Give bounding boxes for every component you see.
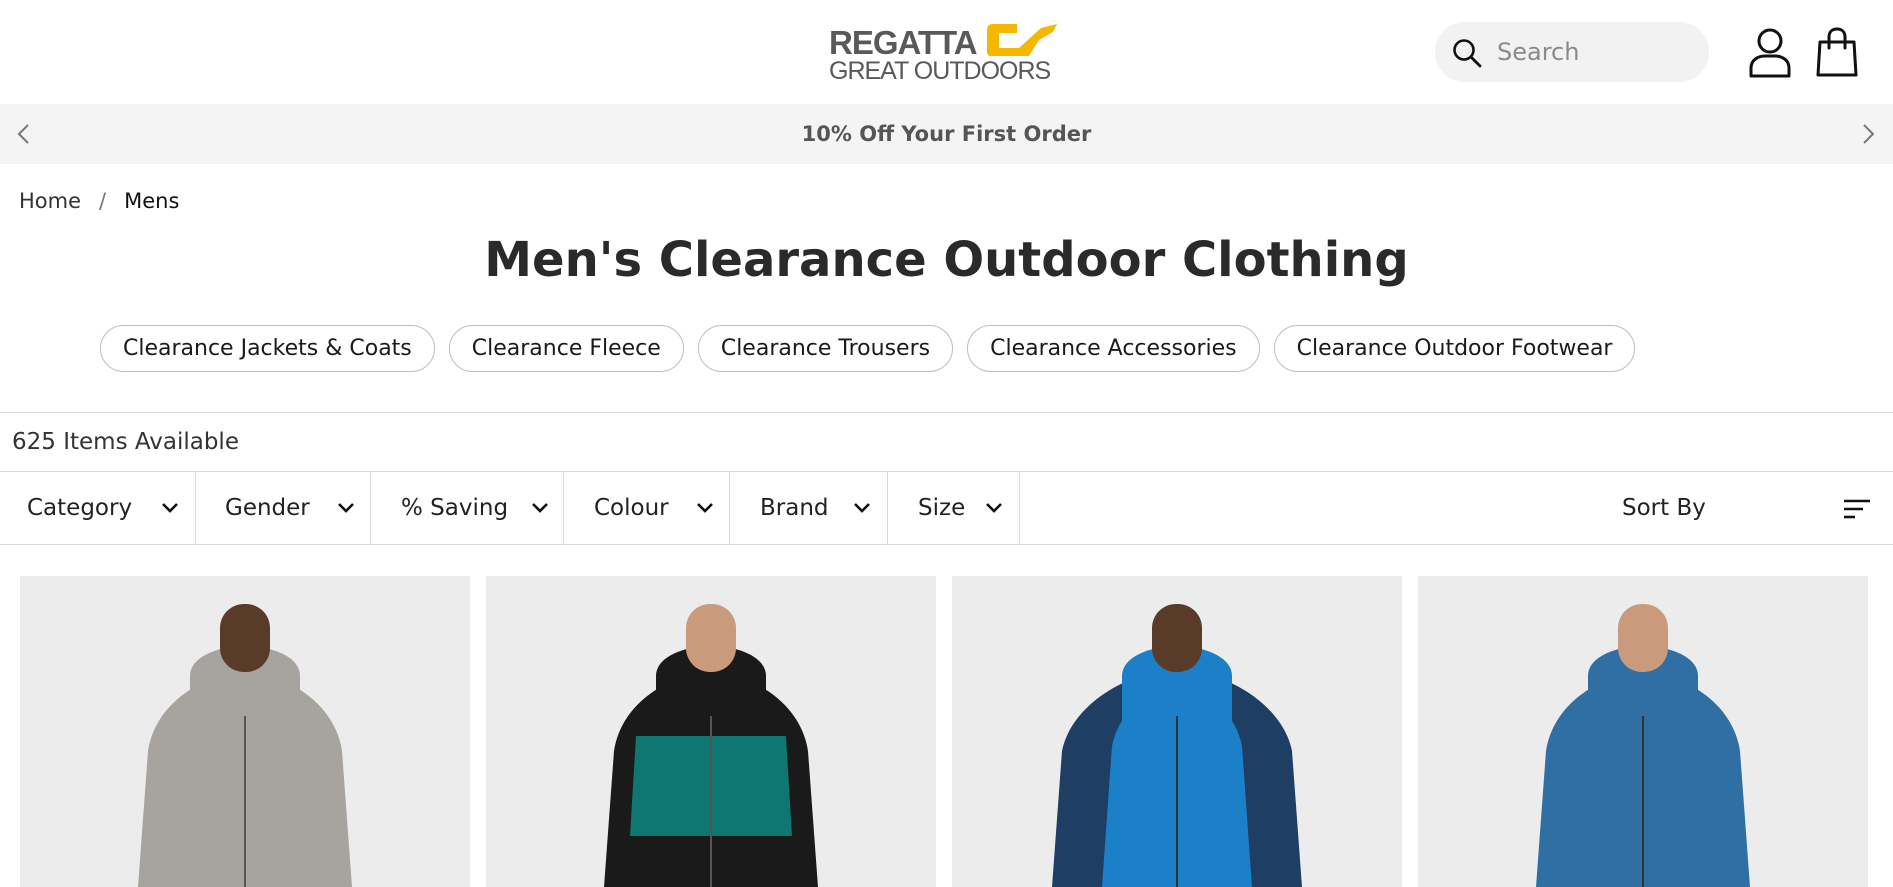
chevron-down-icon xyxy=(532,503,548,513)
product-image[interactable] xyxy=(952,576,1402,887)
breadcrumb-current: Mens xyxy=(124,189,180,213)
results-summary: 625 Items Available xyxy=(0,412,1893,472)
head-shape xyxy=(220,604,270,672)
filter-size[interactable]: Size xyxy=(888,472,1020,544)
filter-bar: Category Gender % Saving Colour Brand Si… xyxy=(0,471,1893,545)
filter-label: Category xyxy=(27,495,133,521)
category-pills: Clearance Jackets & Coats Clearance Flee… xyxy=(100,325,1636,372)
filter-label: Gender xyxy=(225,495,310,521)
user-icon[interactable] xyxy=(1748,26,1792,78)
shopping-bag-icon[interactable] xyxy=(1815,26,1859,78)
product-image[interactable] xyxy=(486,576,936,887)
search-box[interactable] xyxy=(1435,22,1709,82)
chevron-down-icon xyxy=(986,503,1002,513)
search-input[interactable] xyxy=(1497,22,1697,82)
product-card[interactable] xyxy=(1418,576,1868,887)
site-header: REGATTA GREAT OUTDOORS xyxy=(0,0,1893,104)
promo-text[interactable]: 10% Off Your First Order xyxy=(0,104,1893,164)
head-shape xyxy=(1152,604,1202,672)
head-shape xyxy=(686,604,736,672)
filter-label: % Saving xyxy=(401,495,509,521)
category-pill-trousers[interactable]: Clearance Trousers xyxy=(697,325,954,372)
filter-label: Size xyxy=(918,495,966,521)
category-pill-footwear[interactable]: Clearance Outdoor Footwear xyxy=(1273,325,1636,372)
breadcrumb-separator: / xyxy=(99,189,107,213)
filter-label: Colour xyxy=(594,495,669,521)
product-card[interactable] xyxy=(486,576,936,887)
filter-saving[interactable]: % Saving xyxy=(371,472,564,544)
search-icon[interactable] xyxy=(1451,37,1483,69)
category-pill-fleece[interactable]: Clearance Fleece xyxy=(448,325,684,372)
category-pill-jackets[interactable]: Clearance Jackets & Coats xyxy=(100,325,435,372)
filter-category[interactable]: Category xyxy=(0,472,196,544)
filter-label: Brand xyxy=(760,495,829,521)
filter-gender[interactable]: Gender xyxy=(196,472,371,544)
page-title: Men's Clearance Outdoor Clothing xyxy=(484,232,1409,288)
regatta-logo[interactable]: REGATTA GREAT OUTDOORS xyxy=(829,20,1059,86)
breadcrumb: Home / Mens xyxy=(19,186,179,216)
head-shape xyxy=(1618,604,1668,672)
sort-icon[interactable] xyxy=(1842,497,1872,521)
product-card[interactable] xyxy=(20,576,470,887)
chevron-down-icon xyxy=(338,503,354,513)
category-pill-accessories[interactable]: Clearance Accessories xyxy=(967,325,1260,372)
logo-swoosh-icon xyxy=(987,24,1057,56)
chevron-right-icon[interactable] xyxy=(1858,122,1878,146)
sort-by-button[interactable]: Sort By xyxy=(1622,472,1706,544)
items-count: 625 Items Available xyxy=(12,429,239,455)
product-card[interactable] xyxy=(952,576,1402,887)
chevron-down-icon xyxy=(697,503,713,513)
product-image[interactable] xyxy=(1418,576,1868,887)
breadcrumb-home[interactable]: Home xyxy=(19,189,81,213)
filter-colour[interactable]: Colour xyxy=(564,472,730,544)
chevron-down-icon xyxy=(162,503,178,513)
filter-brand[interactable]: Brand xyxy=(730,472,888,544)
product-image[interactable] xyxy=(20,576,470,887)
chevron-down-icon xyxy=(854,503,870,513)
promo-banner: 10% Off Your First Order xyxy=(0,104,1893,164)
